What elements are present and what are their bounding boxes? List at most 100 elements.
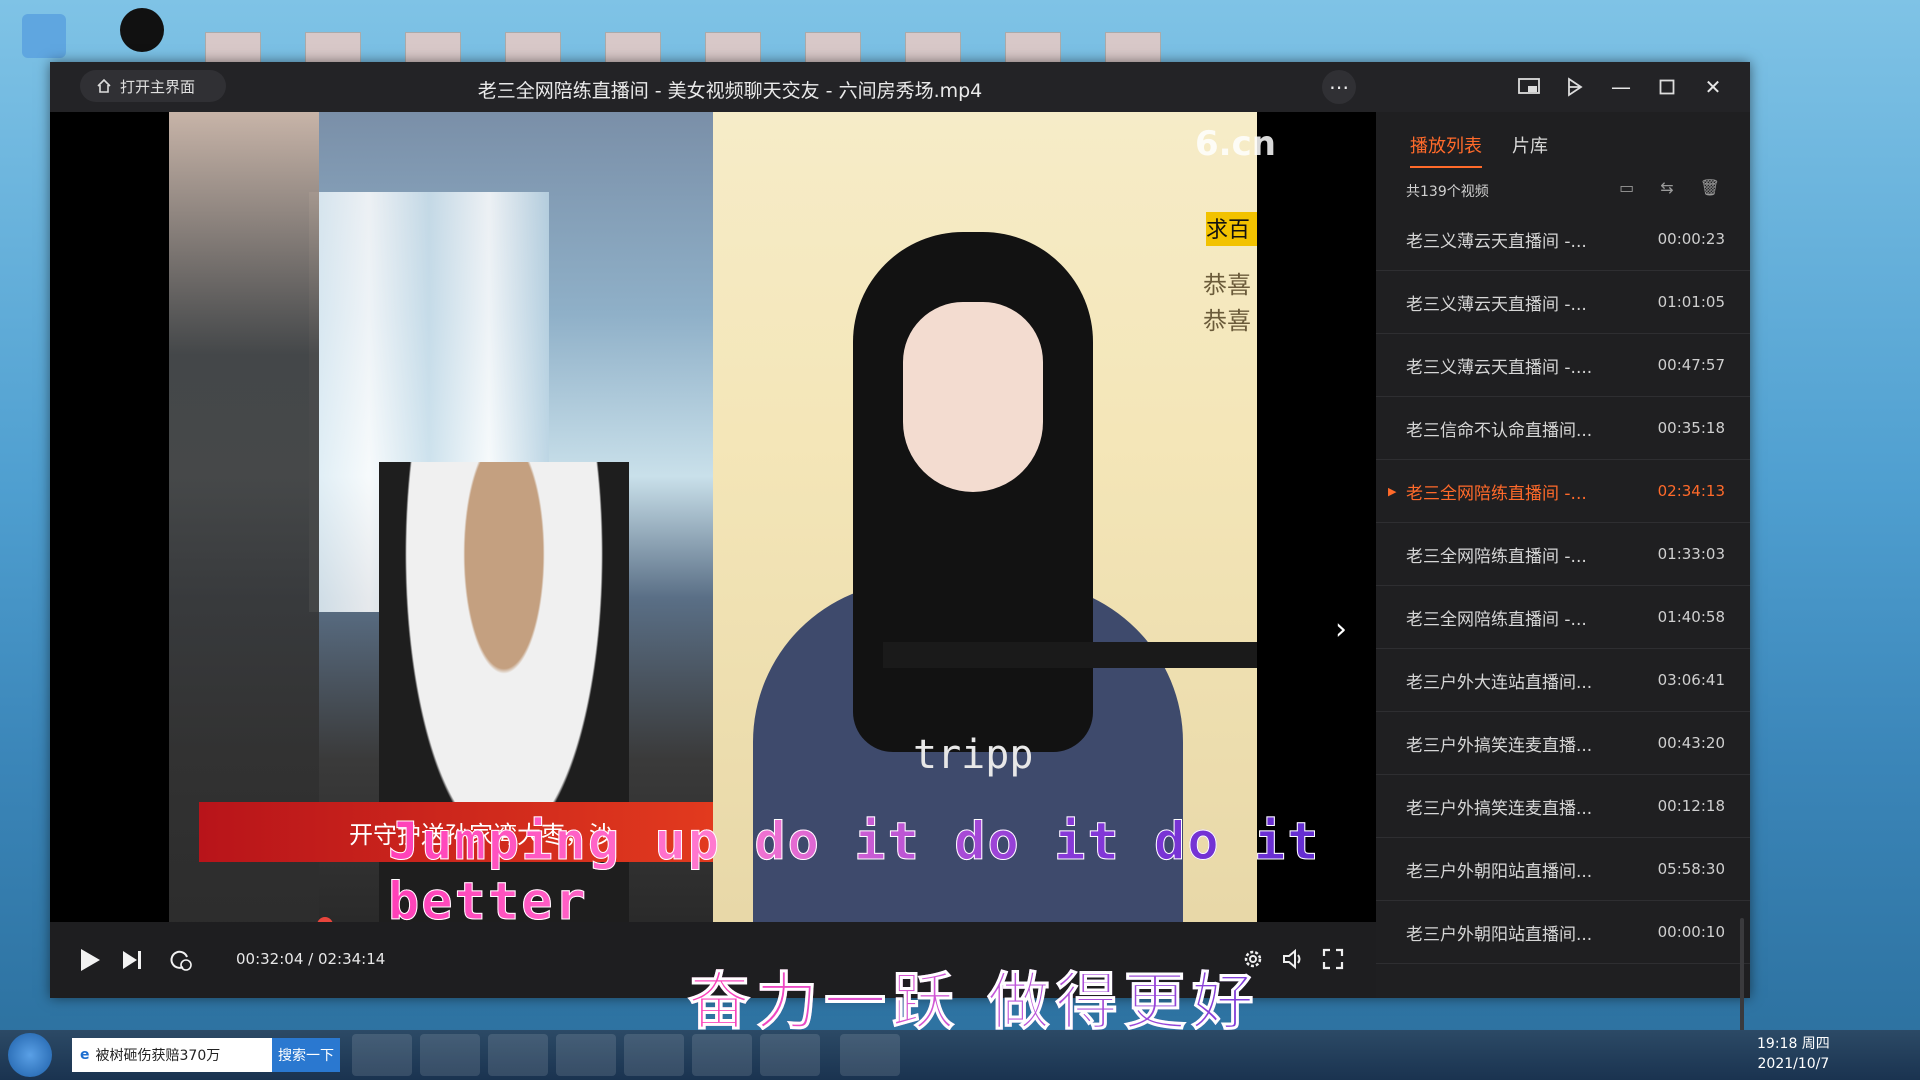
thumbnail[interactable] — [705, 32, 761, 64]
playlist-tools: ▭ ⇆ 🗑 — [1619, 178, 1720, 197]
ie-icon: e — [80, 1047, 90, 1063]
taskbar-app-chat[interactable] — [624, 1034, 684, 1076]
time-display: 00:32:04 / 02:34:14 — [236, 950, 386, 968]
maximize-button[interactable] — [1652, 72, 1682, 102]
playlist-item-duration: 02:34:13 — [1657, 482, 1725, 500]
side-congrats-line: 恭喜 — [1203, 307, 1251, 335]
video-player-window: 打开主界面 老三全网陪练直播间 - 美女视频聊天交友 - 六间房秀场.mp4 ⋯… — [50, 62, 1750, 1058]
video-area[interactable]: 开守护送孙家湾大枣，沙 6.cn 求百 恭喜 恭喜 tripp › Jumpin… — [50, 112, 1376, 922]
side-tag: 求百 — [1206, 212, 1257, 246]
taskbar-app-player[interactable] — [760, 1034, 820, 1076]
playlist-item-title: 老三信命不认命直播间... — [1406, 420, 1593, 441]
playlist-tabs: 播放列表 片库 — [1410, 132, 1548, 168]
playlist-panel: 播放列表 片库 共139个视频 ▭ ⇆ 🗑 老三义薄云天直播间 -... 00:0… — [1376, 112, 1750, 1058]
thumbnail[interactable] — [605, 32, 661, 64]
playlist-item[interactable]: ▶ 老三全网陪练直播间 -... 02:34:13 — [1376, 460, 1750, 523]
skip-next-icon — [123, 951, 141, 969]
maximize-icon — [1659, 79, 1675, 95]
playlist-item-duration: 00:12:18 — [1657, 797, 1725, 815]
taskbar-app-explorer[interactable] — [488, 1034, 548, 1076]
search-input[interactable]: 被树砸伤获赔370万 — [96, 1045, 221, 1065]
playlist-item-duration: 00:35:18 — [1657, 419, 1725, 437]
playlist-item[interactable]: 老三义薄云天直播间 -... 00:00:23 — [1376, 208, 1750, 271]
playlist-item[interactable]: 老三户外朝阳站直播间... 05:58:30 — [1376, 838, 1750, 901]
playlist-item-duration: 00:00:23 — [1657, 230, 1725, 248]
thumbnail[interactable] — [405, 32, 461, 64]
playlist-item-duration: 01:33:03 — [1657, 545, 1725, 563]
taskbar-app-k[interactable] — [352, 1034, 412, 1076]
search-button[interactable]: 搜索一下 — [272, 1038, 340, 1072]
shirt-text: tripp — [913, 732, 1034, 778]
subtitle-chinese: 奋力一跃 做得更好 — [688, 951, 1260, 1041]
playlist-item-title: 老三义薄云天直播间 -... — [1406, 231, 1587, 252]
open-main-label: 打开主界面 — [120, 77, 196, 96]
subtitle-english: Jumping up do it do it do it better — [388, 812, 1376, 923]
next-button[interactable] — [116, 944, 148, 976]
desktop-icon-computer[interactable] — [14, 14, 74, 62]
minimize-button[interactable]: — — [1606, 72, 1636, 102]
side-congrats: 恭喜 恭喜 — [1203, 267, 1251, 339]
side-congrats-line: 恭喜 — [1203, 271, 1251, 299]
play-icon — [81, 949, 100, 971]
title-bar: 打开主界面 老三全网陪练直播间 - 美女视频聊天交友 - 六间房秀场.mp4 ⋯… — [50, 62, 1750, 112]
clock-date: 2021/10/7 — [1757, 1056, 1830, 1072]
close-icon: ✕ — [1704, 75, 1722, 99]
tab-library[interactable]: 片库 — [1512, 132, 1548, 168]
now-playing-icon: ▶ — [1388, 484, 1397, 498]
taskbar-app-browser[interactable] — [556, 1034, 616, 1076]
playlist-item-title: 老三义薄云天直播间 -.... — [1406, 357, 1593, 378]
thumbnail[interactable] — [205, 32, 261, 64]
playlist-item-title: 老三户外搞笑连麦直播... — [1406, 798, 1593, 819]
more-icon: ⋯ — [1329, 75, 1349, 99]
browser-search-tab[interactable]: e 被树砸伤获赔370万 — [72, 1038, 272, 1072]
more-options-button[interactable]: ⋯ — [1322, 70, 1356, 104]
cast-button[interactable] — [1560, 72, 1590, 102]
taskbar: e 被树砸伤获赔370万 搜索一下 19:18 周四 2021/10/7 — [0, 1030, 1920, 1080]
cast-icon — [1568, 77, 1583, 97]
fullscreen-button[interactable] — [1318, 944, 1348, 974]
video-frame-left: 开守护送孙家湾大枣，沙 — [169, 112, 713, 922]
tab-playlist[interactable]: 播放列表 — [1410, 132, 1482, 168]
playlist-item[interactable]: 老三全网陪练直播间 -... 01:33:03 — [1376, 523, 1750, 586]
window-title: 老三全网陪练直播间 - 美女视频聊天交友 - 六间房秀场.mp4 — [477, 80, 983, 102]
taskbar-app-chrome[interactable] — [692, 1034, 752, 1076]
desktop-icon-qq[interactable] — [112, 8, 172, 56]
taskbar-app-ie[interactable] — [420, 1034, 480, 1076]
playlist-item[interactable]: 老三信命不认命直播间... 00:35:18 — [1376, 397, 1750, 460]
playlist-item-duration: 03:06:41 — [1657, 671, 1725, 689]
playlist-item[interactable]: 老三户外搞笑连麦直播... 00:12:18 — [1376, 775, 1750, 838]
thumbnail[interactable] — [805, 32, 861, 64]
sort-icon[interactable]: ⇆ — [1660, 178, 1673, 197]
trash-icon[interactable]: 🗑 — [1700, 178, 1720, 197]
playlist-item[interactable]: 老三户外朝阳站直播间... 00:00:10 — [1376, 901, 1750, 964]
playlist-item[interactable]: 老三义薄云天直播间 -.... 00:47:57 — [1376, 334, 1750, 397]
volume-icon — [1283, 948, 1301, 970]
taskbar-app-photo[interactable] — [840, 1034, 900, 1076]
playlist-item-title: 老三全网陪练直播间 -... — [1406, 483, 1587, 504]
thumbnail[interactable] — [505, 32, 561, 64]
system-clock[interactable]: 19:18 周四 2021/10/7 — [1757, 1034, 1830, 1074]
chevron-right-icon[interactable]: › — [1335, 612, 1347, 647]
folder-icon[interactable]: ▭ — [1619, 178, 1634, 197]
open-main-button[interactable]: 打开主界面 — [80, 70, 226, 102]
playlist: 老三义薄云天直播间 -... 00:00:23 老三义薄云天直播间 -... 01:0… — [1376, 208, 1750, 998]
thumbnail[interactable] — [1005, 32, 1061, 64]
playlist-item-duration: 01:01:05 — [1657, 293, 1725, 311]
close-button[interactable]: ✕ — [1698, 72, 1728, 102]
minimize-icon: — — [1611, 75, 1631, 99]
playlist-item-duration: 05:58:30 — [1657, 860, 1725, 878]
play-button[interactable] — [74, 944, 106, 976]
thumbnail[interactable] — [905, 32, 961, 64]
home-icon — [97, 78, 111, 93]
playlist-item[interactable]: 老三全网陪练直播间 -... 01:40:58 — [1376, 586, 1750, 649]
playlist-item[interactable]: 老三户外搞笑连麦直播... 00:43:20 — [1376, 712, 1750, 775]
loop-button[interactable] — [164, 944, 196, 976]
mini-mode-button[interactable] — [1514, 72, 1544, 102]
thumbnail[interactable] — [305, 32, 361, 64]
playlist-item[interactable]: 老三户外大连站直播间... 03:06:41 — [1376, 649, 1750, 712]
thumbnail[interactable] — [1105, 32, 1161, 64]
playlist-item-title: 老三户外朝阳站直播间... — [1406, 861, 1593, 882]
start-button[interactable] — [8, 1033, 52, 1077]
playlist-item[interactable]: 老三义薄云天直播间 -... 01:01:05 — [1376, 271, 1750, 334]
volume-button[interactable] — [1278, 944, 1308, 974]
